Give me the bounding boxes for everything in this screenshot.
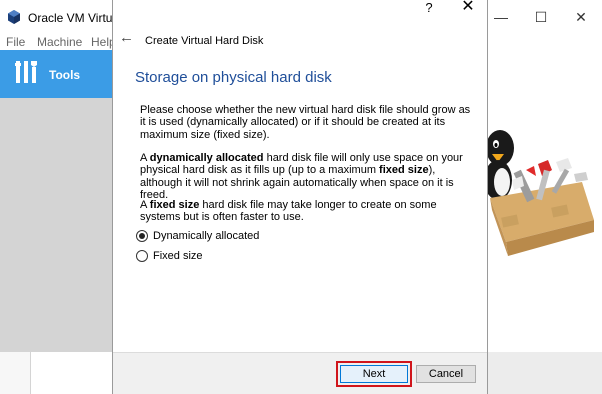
minimize-button[interactable]: — [490,6,512,28]
description-paragraph: Please choose whether the new virtual ha… [140,104,471,141]
radio-button-unchecked[interactable] [136,250,148,262]
maximize-button[interactable]: ☐ [530,6,552,28]
radio-option-dynamically-allocated[interactable]: Dynamically allocated [136,229,336,243]
left-panel: Tools [0,50,112,394]
penguin-toolbox-illustration [484,130,594,256]
radio-option-fixed-size[interactable]: Fixed size [136,249,336,263]
radio-label[interactable]: Dynamically allocated [153,230,259,242]
fixed-size-paragraph: A fixed size hard disk file may take lon… [140,199,475,224]
help-button[interactable]: ? [419,0,439,16]
next-button[interactable]: Next [340,365,408,383]
bold-term-fixed-size: fixed size [149,199,200,211]
text-fragment: A [140,199,150,211]
dynamic-allocation-paragraph: A dynamically allocated hard disk file w… [140,152,475,202]
menu-machine[interactable]: Machine [37,35,82,49]
welcome-area-footer [488,352,602,394]
dialog-title: Create Virtual Hard Disk [145,35,264,47]
virtualbox-logo-icon [8,10,20,24]
back-arrow-icon[interactable]: ← [119,30,135,46]
text-fragment: A [140,152,150,164]
cancel-button[interactable]: Cancel [416,365,476,383]
dialog-close-button[interactable]: ✕ [457,0,479,16]
page-heading: Storage on physical hard disk [135,69,332,86]
radio-button-checked[interactable] [136,230,148,242]
tools-icon [15,61,37,83]
left-panel-lower-inner [30,352,112,394]
dialog-footer: Next Cancel [113,352,487,394]
create-virtual-hard-disk-dialog: ? ✕ ← Create Virtual Hard Disk Storage o… [112,0,488,394]
sidebar-item-tools[interactable]: Tools [0,50,112,98]
radio-dot [139,233,145,239]
bold-term-fixed-size: fixed size [379,164,429,177]
tools-label: Tools [49,68,81,82]
menu-file[interactable]: File [6,35,25,49]
left-panel-lower [0,352,112,394]
close-window-button[interactable]: ✕ [570,6,592,28]
bold-term-dynamically-allocated: dynamically allocated [149,152,264,164]
radio-label[interactable]: Fixed size [153,250,203,262]
